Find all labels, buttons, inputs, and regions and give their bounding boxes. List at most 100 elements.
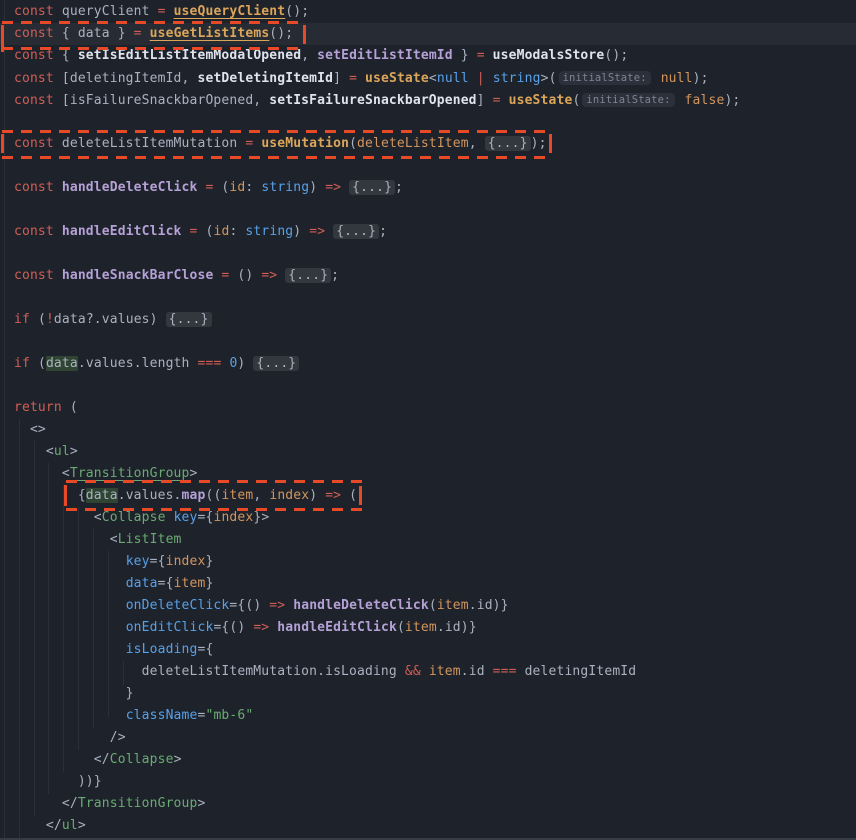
code-line-22[interactable]: {data.values.map((item, index) => ( — [0, 485, 856, 507]
code-line-31[interactable]: } — [0, 683, 856, 705]
code-token: >( — [541, 71, 557, 86]
code-line-18[interactable]: return ( — [0, 397, 856, 419]
code-token: } — [206, 576, 214, 591]
code-token — [653, 71, 661, 86]
code-token — [421, 664, 429, 679]
code-token: .values. — [118, 488, 182, 503]
code-line-3[interactable]: const [deletingItemId, setDeletingItemId… — [0, 67, 856, 89]
code-token: ={() — [213, 620, 253, 635]
code-token: useState — [365, 71, 429, 86]
code-token: ( — [30, 356, 46, 371]
annotation-box-1-right — [303, 25, 306, 44]
code-line-33[interactable]: /> — [0, 727, 856, 749]
code-line-17[interactable] — [0, 375, 856, 397]
code-token: ( — [397, 620, 405, 635]
code-token: { — [14, 488, 86, 503]
code-token: onDeleteClick — [126, 598, 230, 613]
code-line-32[interactable]: className="mb-6" — [0, 705, 856, 727]
code-line-13[interactable] — [0, 287, 856, 309]
usage-highlight: data — [86, 488, 118, 503]
code-line-28[interactable]: onEditClick={() => handleEditClick(item.… — [0, 617, 856, 639]
code-line-4[interactable]: const [isFailureSnackbarOpened, setIsFai… — [0, 89, 856, 111]
code-token: deleteListItemMutation — [54, 136, 245, 151]
code-token: ( — [30, 312, 46, 327]
code-line-37[interactable]: </ul> — [0, 815, 856, 837]
code-token: : — [245, 180, 261, 195]
code-token: => — [261, 268, 277, 283]
code-line-35[interactable]: ))} — [0, 771, 856, 793]
code-line-19[interactable]: <> — [0, 419, 856, 441]
jsx-tag: TransitionGroup — [70, 466, 190, 481]
code-token — [501, 93, 509, 108]
code-token: ) — [293, 224, 309, 239]
code-token: setIsFailureSnackbarOpened — [269, 93, 476, 108]
code-token: key — [174, 510, 198, 525]
folded-region[interactable]: {...} — [349, 180, 395, 195]
code-token: > — [78, 818, 86, 833]
code-token: deletingItemId — [517, 664, 637, 679]
code-token: , — [301, 48, 317, 63]
code-token: ; — [379, 224, 387, 239]
code-token — [182, 224, 190, 239]
folded-region[interactable]: {...} — [285, 268, 331, 283]
code-line-12[interactable]: const handleSnackBarClose = () => {...}; — [0, 265, 856, 287]
code-line-0[interactable]: const queryClient = useQueryClient(); — [0, 1, 856, 23]
code-token: ) — [309, 488, 325, 503]
code-token: handleDeleteClick — [62, 180, 198, 195]
folded-region[interactable]: {...} — [333, 224, 379, 239]
code-token: const — [14, 4, 54, 19]
code-line-15[interactable] — [0, 331, 856, 353]
jsx-tag: ListItem — [118, 532, 182, 547]
annotation-box-3-top — [66, 480, 363, 483]
code-line-11[interactable] — [0, 243, 856, 265]
code-token: ={() — [229, 598, 269, 613]
code-line-20[interactable]: <ul> — [0, 441, 856, 463]
code-line-30[interactable]: deleteListItemMutation.isLoading && item… — [0, 661, 856, 683]
code-line-36[interactable]: </TransitionGroup> — [0, 793, 856, 815]
code-token: > — [174, 752, 182, 767]
code-token: () — [229, 268, 261, 283]
code-line-14[interactable]: if (!data?.values) {...} — [0, 309, 856, 331]
code-line-24[interactable]: <ListItem — [0, 529, 856, 551]
code-line-9[interactable] — [0, 199, 856, 221]
code-token: const — [14, 136, 54, 151]
code-line-29[interactable]: isLoading={ — [0, 639, 856, 661]
code-line-10[interactable]: const handleEditClick = (id: string) => … — [0, 221, 856, 243]
code-token: useModalsStore — [493, 48, 605, 63]
code-token: < — [429, 71, 437, 86]
annotation-box-3-left — [64, 485, 67, 506]
code-token: deleteListItem — [357, 136, 469, 151]
code-token: const — [14, 48, 54, 63]
code-line-16[interactable]: if (data.values.length === 0) {...} — [0, 353, 856, 375]
code-token: item — [429, 664, 461, 679]
code-line-34[interactable]: </Collapse> — [0, 749, 856, 771]
code-token: onEditClick — [126, 620, 214, 635]
code-line-27[interactable]: onDeleteClick={() => handleDeleteClick(i… — [0, 595, 856, 617]
code-token: null — [661, 71, 693, 86]
code-line-8[interactable]: const handleDeleteClick = (id: string) =… — [0, 177, 856, 199]
code-line-25[interactable]: key={index} — [0, 551, 856, 573]
jsx-tag: Collapse — [102, 510, 166, 525]
usage-highlight: data — [46, 356, 78, 371]
code-token: id — [213, 224, 229, 239]
code-token: null — [437, 71, 469, 86]
code-token: => — [325, 488, 341, 503]
code-token: ( — [429, 598, 437, 613]
code-line-6[interactable]: const deleteListItemMutation = useMutati… — [0, 133, 856, 155]
folded-region[interactable]: {...} — [485, 136, 531, 151]
code-token: ); — [531, 136, 547, 151]
code-token: { — [54, 48, 78, 63]
code-token — [469, 71, 477, 86]
code-token: = — [349, 71, 357, 86]
code-line-26[interactable]: data={item} — [0, 573, 856, 595]
hook-call: useQueryClient — [174, 4, 286, 19]
code-token: useState — [509, 93, 573, 108]
code-token — [14, 598, 126, 613]
code-token: > — [197, 796, 205, 811]
code-line-1[interactable]: const { data } = useGetListItems(); — [0, 23, 856, 45]
code-token: string — [493, 71, 541, 86]
folded-region[interactable]: {...} — [166, 312, 212, 327]
folded-region[interactable]: {...} — [253, 356, 299, 371]
code-token: === — [198, 356, 222, 371]
code-token — [677, 93, 685, 108]
